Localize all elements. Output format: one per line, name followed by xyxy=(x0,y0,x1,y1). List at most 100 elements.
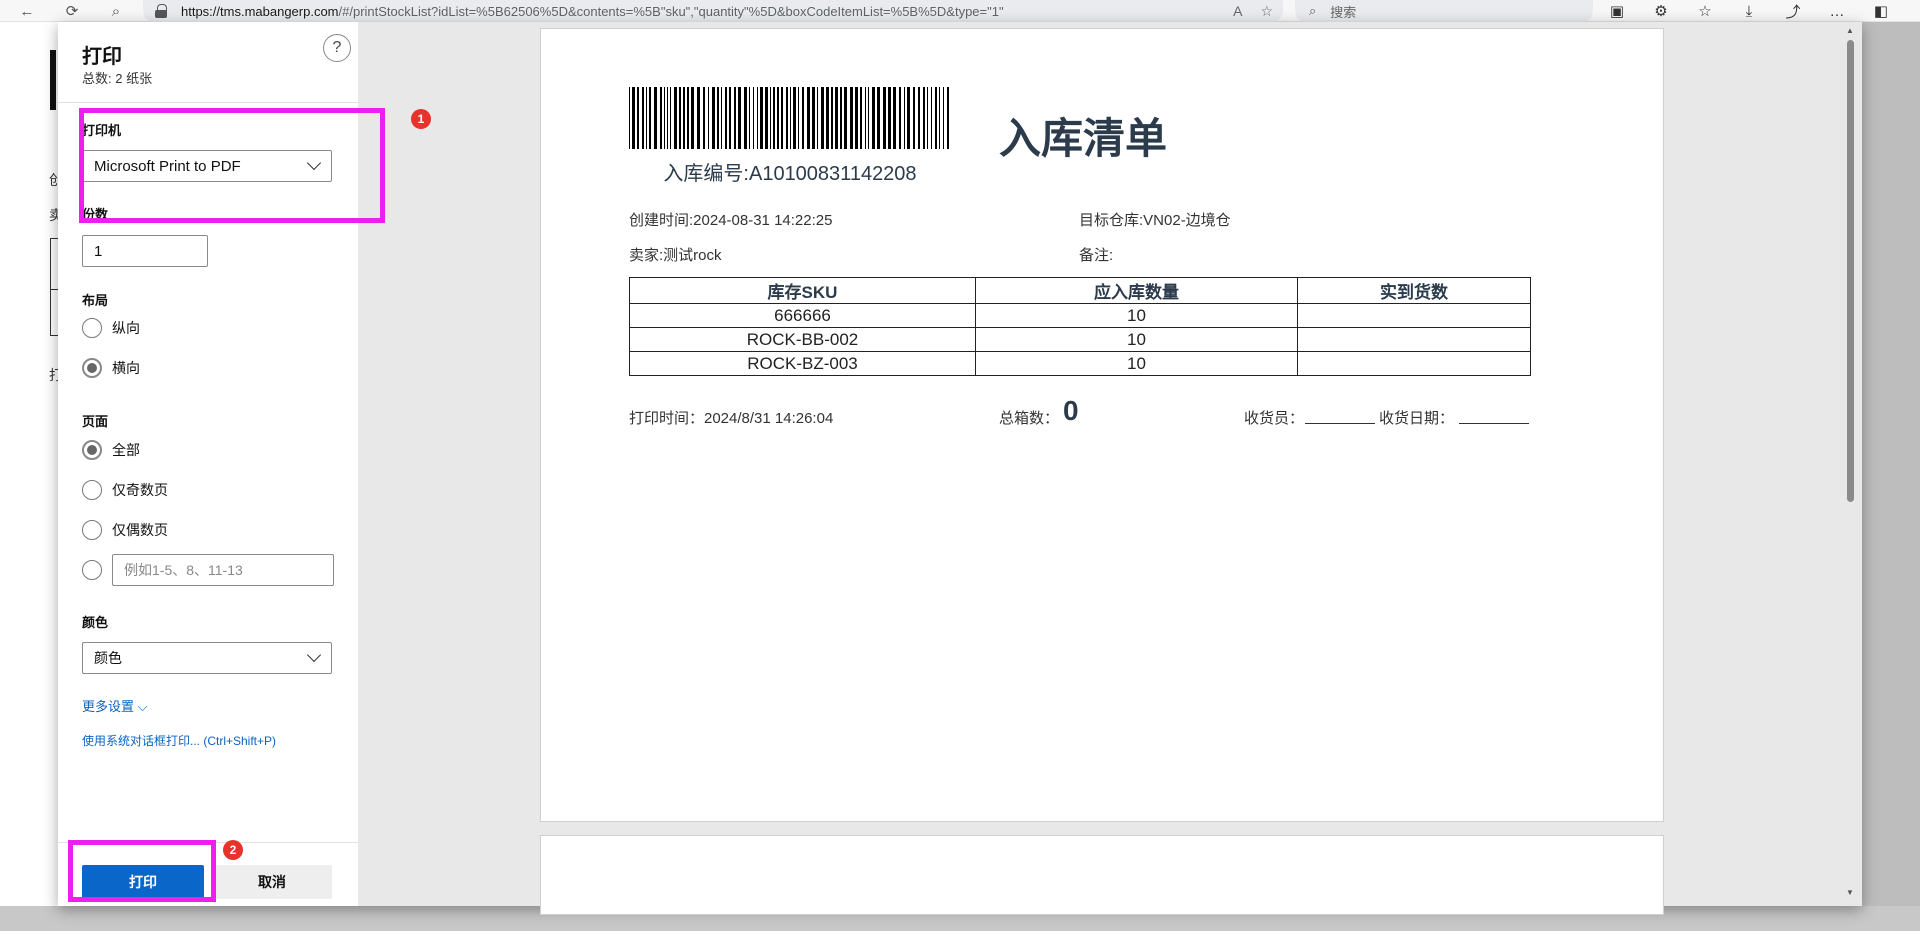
more-icon[interactable]: … xyxy=(1825,3,1849,20)
barcode-bar xyxy=(821,87,824,149)
barcode-bar xyxy=(904,87,905,149)
barcode-bar xyxy=(646,87,647,149)
sidebar-icon[interactable]: ◧ xyxy=(1869,2,1893,20)
barcode-bar xyxy=(687,87,689,149)
search-placeholder: 搜索 xyxy=(1330,4,1357,20)
back-icon[interactable]: ← xyxy=(14,0,40,22)
annotation-box-printer xyxy=(79,108,385,223)
portrait-label: 纵向 xyxy=(112,320,140,336)
barcode-bar xyxy=(883,87,886,149)
barcode-bar xyxy=(712,87,715,149)
radio-portrait[interactable] xyxy=(82,318,102,338)
header-sku: 库存SKU xyxy=(629,277,976,304)
barcode-bar xyxy=(918,87,920,149)
barcode-bar xyxy=(868,87,869,149)
barcode-bar xyxy=(725,87,727,149)
barcode-bar xyxy=(931,87,932,149)
barcode-bar xyxy=(734,87,736,149)
favorites-icon[interactable]: ☆ xyxy=(1693,2,1717,20)
browser-search-box[interactable]: ⌕ 搜索 xyxy=(1295,0,1593,22)
read-aloud-icon[interactable]: A xyxy=(1233,3,1242,19)
seller: 卖家:测试rock xyxy=(629,247,722,264)
layout-landscape-option[interactable]: 横向 xyxy=(82,358,140,378)
barcode-bar xyxy=(749,87,750,149)
cancel-button[interactable]: 取消 xyxy=(212,865,332,899)
downloads-icon[interactable]: ⤓ xyxy=(1737,3,1761,20)
radio-pages-all[interactable] xyxy=(82,440,102,460)
header-received-qty: 实到货数 xyxy=(1297,277,1531,304)
page-search-icon[interactable]: ⌕ xyxy=(103,0,129,22)
pages-all-option[interactable]: 全部 xyxy=(82,440,140,460)
sheet-count: 总数: 2 纸张 xyxy=(82,71,153,86)
barcode-bar xyxy=(826,87,829,149)
refresh-icon[interactable]: ⟳ xyxy=(59,0,85,22)
pages-even-label: 仅偶数页 xyxy=(112,522,168,538)
barcode-bar xyxy=(913,87,915,149)
stock-number: 入库编号:A10100831142208 xyxy=(663,163,917,185)
page-range-input[interactable]: 例如1-5、8、11-13 xyxy=(112,554,334,586)
barcode-bar xyxy=(664,87,665,149)
radio-pages-odd[interactable] xyxy=(82,480,102,500)
pages-custom-option[interactable]: 例如1-5、8、11-13 xyxy=(82,554,334,586)
url-host: https://tms.mabangerp.com xyxy=(181,3,339,19)
barcode-bar xyxy=(947,87,949,149)
barcode-bar xyxy=(721,87,722,149)
barcode-bar xyxy=(649,87,651,149)
barcode-bar xyxy=(781,87,783,149)
barcode-bar xyxy=(943,87,944,149)
barcode-bar xyxy=(691,87,694,149)
favorite-icon[interactable]: ☆ xyxy=(1260,3,1273,20)
barcode-bar xyxy=(679,87,681,149)
extensions-icon[interactable]: ⚙ xyxy=(1649,2,1673,20)
underlying-line xyxy=(50,289,58,290)
lock-icon xyxy=(155,4,167,18)
help-icon[interactable]: ? xyxy=(323,34,351,62)
barcode-bar xyxy=(670,87,671,149)
scrollbar-thumb[interactable] xyxy=(1847,40,1854,502)
box-count-value: 0 xyxy=(1063,395,1079,426)
radio-landscape[interactable] xyxy=(82,358,102,378)
address-bar[interactable]: https://tms.mabangerp.com/#/printStockLi… xyxy=(143,0,1283,22)
table-row: 666666 10 xyxy=(629,303,1531,328)
collections-icon[interactable]: ▣ xyxy=(1605,2,1629,20)
share-icon[interactable]: ⤴ xyxy=(1781,1,1805,22)
copies-input[interactable]: 1 xyxy=(82,235,208,267)
barcode-bar xyxy=(770,87,771,149)
annotation-badge-1: 1 xyxy=(411,109,431,129)
barcode-bar xyxy=(674,87,677,149)
document-title: 入库清单 xyxy=(999,115,1168,162)
print-time: 打印时间：2024/8/31 14:26:04 xyxy=(629,410,834,427)
barcode-bar xyxy=(777,87,779,149)
color-select[interactable]: 颜色 xyxy=(82,642,332,674)
cell-expected-qty: 10 xyxy=(975,303,1298,328)
barcode xyxy=(629,87,949,149)
barcode-bar xyxy=(729,87,731,149)
barcode-bar xyxy=(893,87,896,149)
barcode-bar xyxy=(642,87,644,149)
barcode-bar xyxy=(888,87,891,149)
barcode-bar xyxy=(855,87,858,149)
color-value: 颜色 xyxy=(94,650,122,666)
barcode-bar xyxy=(927,87,928,149)
cell-expected-qty: 10 xyxy=(975,327,1298,352)
scroll-down-arrow-icon[interactable]: ▼ xyxy=(1846,888,1854,897)
barcode-bar xyxy=(798,87,799,149)
system-dialog-link[interactable]: 使用系统对话框打印... (Ctrl+Shift+P) xyxy=(82,732,276,749)
radio-pages-even[interactable] xyxy=(82,520,102,540)
pages-odd-option[interactable]: 仅奇数页 xyxy=(82,480,168,500)
barcode-bar xyxy=(717,87,719,149)
radio-pages-custom[interactable] xyxy=(82,560,102,580)
url-path: /#/printStockList?idList=%5B62506%5D&con… xyxy=(338,3,1004,19)
table-row: ROCK-BB-002 10 xyxy=(629,327,1531,352)
barcode-bar xyxy=(872,87,875,149)
barcode-bar xyxy=(757,87,758,149)
more-settings-link[interactable]: 更多设置 ⌵ xyxy=(82,696,147,715)
cell-expected-qty: 10 xyxy=(975,351,1298,376)
layout-portrait-option[interactable]: 纵向 xyxy=(82,318,140,338)
chevron-down-icon xyxy=(306,647,322,663)
dialog-title: 打印 xyxy=(82,46,122,68)
scroll-up-arrow-icon[interactable]: ▲ xyxy=(1846,26,1854,35)
barcode-bar xyxy=(786,87,788,149)
pages-even-option[interactable]: 仅偶数页 xyxy=(82,520,168,540)
underlying-line xyxy=(50,238,58,239)
